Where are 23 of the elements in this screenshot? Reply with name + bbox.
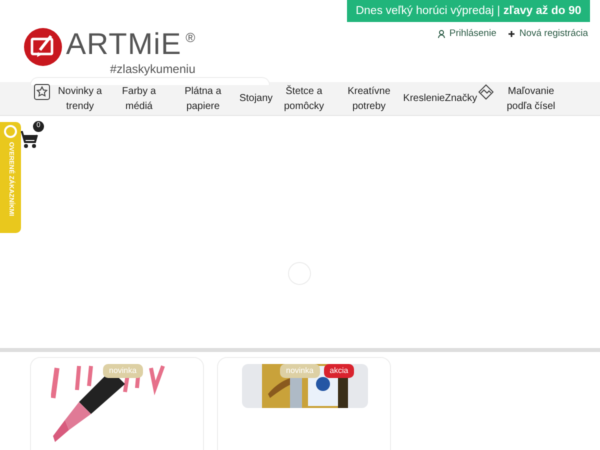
logo-wordmark[interactable]: ARTMiE [66, 28, 182, 62]
product-badge: novinka [103, 364, 143, 378]
nav-link[interactable]: Kreatívne potreby [334, 84, 404, 114]
user-icon [438, 30, 446, 38]
product-badge: novinka [280, 364, 320, 378]
logo-icon[interactable] [24, 28, 62, 66]
nav-link[interactable]: Značky [444, 91, 478, 106]
badge-icon [4, 125, 17, 138]
registered-mark: ® [186, 29, 196, 47]
landscape-icon [478, 84, 494, 100]
nav-link[interactable]: Stojany [238, 91, 274, 106]
register-link[interactable]: Nová registrácia [508, 27, 588, 42]
nav-link[interactable]: Maľovanie podľa čísel [478, 84, 568, 114]
star-icon [34, 84, 50, 100]
logo-tagline: #zlaskykumeniu [110, 61, 196, 78]
plus-icon [508, 30, 516, 38]
nav-link[interactable]: Plátna a papiere [168, 84, 238, 114]
product-badge: akcia [324, 364, 354, 378]
nav-link[interactable]: Kreslenie [404, 91, 444, 106]
nav-link[interactable]: Farby a médiá [110, 84, 168, 114]
nav-link[interactable]: Novinky a trendy [34, 84, 110, 114]
login-link[interactable]: Prihlásenie [438, 27, 496, 42]
nav-link[interactable]: Štetce a pomôcky [274, 84, 334, 114]
